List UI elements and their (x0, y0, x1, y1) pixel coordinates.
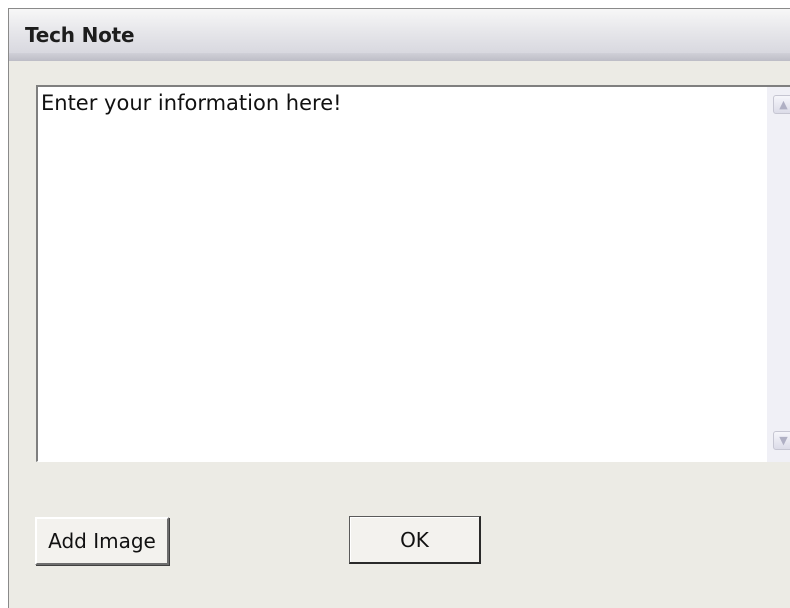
tech-note-window: Tech Note Enter your information here! ▲… (8, 8, 790, 608)
window-title: Tech Note (25, 23, 135, 47)
vertical-scrollbar[interactable]: ▲ ▼ (767, 87, 790, 462)
scroll-up-icon[interactable]: ▲ (773, 95, 790, 114)
title-bar[interactable]: Tech Note (9, 9, 790, 61)
note-text[interactable]: Enter your information here! (41, 91, 342, 115)
ok-button[interactable]: OK (349, 516, 481, 564)
title-bar-shade (9, 53, 790, 61)
add-image-button[interactable]: Add Image (35, 517, 169, 565)
scroll-down-icon[interactable]: ▼ (773, 431, 790, 450)
note-text-area[interactable]: Enter your information here! ▲ ▼ (36, 85, 790, 462)
